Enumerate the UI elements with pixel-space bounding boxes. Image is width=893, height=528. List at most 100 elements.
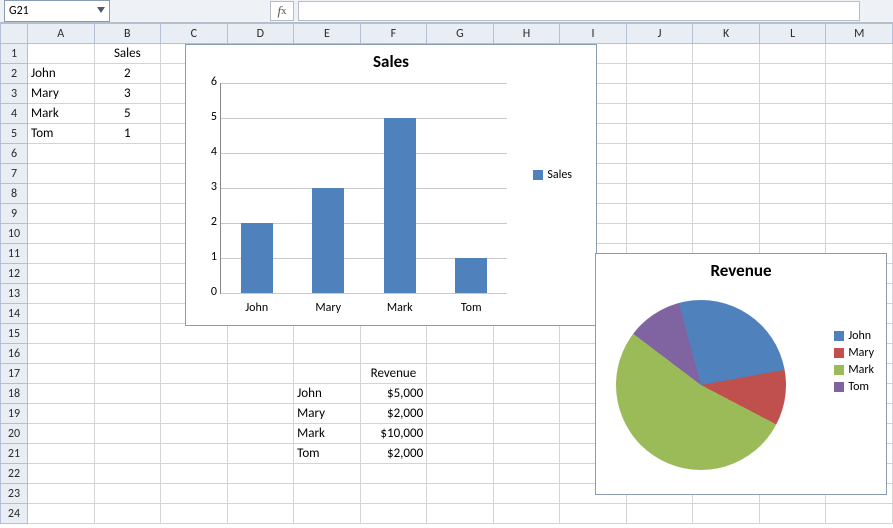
cell[interactable]	[427, 424, 494, 444]
cell[interactable]	[826, 124, 893, 144]
cell[interactable]: Mary	[294, 404, 361, 424]
cell[interactable]	[427, 324, 494, 344]
cell[interactable]: Mary	[28, 84, 95, 104]
cell[interactable]	[94, 164, 161, 184]
cell[interactable]	[759, 504, 826, 524]
cell[interactable]	[294, 484, 361, 504]
row-header[interactable]: 18	[1, 384, 28, 404]
cell[interactable]	[94, 364, 161, 384]
row-header[interactable]: 6	[1, 144, 28, 164]
cell[interactable]: John	[294, 384, 361, 404]
cell[interactable]	[693, 124, 760, 144]
cell[interactable]	[28, 44, 95, 64]
column-header[interactable]: H	[493, 24, 560, 44]
column-header[interactable]: I	[560, 24, 627, 44]
cell[interactable]	[161, 484, 228, 504]
cell[interactable]	[826, 84, 893, 104]
cell[interactable]	[427, 344, 494, 364]
cell[interactable]	[493, 424, 560, 444]
cell[interactable]	[759, 104, 826, 124]
row-header[interactable]: 16	[1, 344, 28, 364]
row-header[interactable]: 10	[1, 224, 28, 244]
cell[interactable]	[693, 84, 760, 104]
column-header[interactable]: A	[28, 24, 95, 44]
cell[interactable]	[693, 224, 760, 244]
cell[interactable]: Mark	[294, 424, 361, 444]
cell[interactable]	[759, 184, 826, 204]
cell[interactable]	[826, 64, 893, 84]
revenue-pie-chart[interactable]: Revenue JohnMaryMarkTom	[595, 253, 887, 495]
cell[interactable]	[693, 504, 760, 524]
cell[interactable]	[360, 324, 427, 344]
cell[interactable]	[826, 104, 893, 124]
cell[interactable]: Sales	[94, 44, 161, 64]
cell[interactable]: $5,000	[360, 384, 427, 404]
cell[interactable]	[360, 504, 427, 524]
cell[interactable]	[28, 404, 95, 424]
cell[interactable]	[826, 184, 893, 204]
cell[interactable]	[94, 484, 161, 504]
cell[interactable]	[28, 144, 95, 164]
cell[interactable]	[28, 444, 95, 464]
row-header[interactable]: 17	[1, 364, 28, 384]
cell[interactable]	[826, 44, 893, 64]
cell[interactable]	[94, 204, 161, 224]
cell[interactable]	[493, 444, 560, 464]
column-header[interactable]: G	[427, 24, 494, 44]
row-header[interactable]: 8	[1, 184, 28, 204]
column-header[interactable]: J	[626, 24, 693, 44]
cell[interactable]: $2,000	[360, 404, 427, 424]
cell[interactable]	[227, 344, 294, 364]
cell[interactable]	[28, 204, 95, 224]
cell[interactable]	[759, 204, 826, 224]
cell[interactable]	[626, 104, 693, 124]
cell[interactable]	[826, 224, 893, 244]
cell[interactable]	[28, 344, 95, 364]
column-header[interactable]: B	[94, 24, 161, 44]
cell[interactable]	[626, 44, 693, 64]
cell[interactable]	[427, 444, 494, 464]
cell[interactable]: Tom	[28, 124, 95, 144]
cell[interactable]	[427, 464, 494, 484]
cell[interactable]	[360, 464, 427, 484]
cell[interactable]	[759, 164, 826, 184]
cell[interactable]	[493, 384, 560, 404]
cell[interactable]	[94, 504, 161, 524]
row-header[interactable]: 2	[1, 64, 28, 84]
row-header[interactable]: 20	[1, 424, 28, 444]
row-header[interactable]: 4	[1, 104, 28, 124]
cell[interactable]	[227, 364, 294, 384]
cell[interactable]	[28, 324, 95, 344]
cell[interactable]	[28, 264, 95, 284]
cell[interactable]	[94, 404, 161, 424]
cell[interactable]	[626, 504, 693, 524]
cell[interactable]	[759, 64, 826, 84]
cell[interactable]	[94, 464, 161, 484]
cell[interactable]	[693, 64, 760, 84]
cell[interactable]	[227, 404, 294, 424]
cell[interactable]	[493, 324, 560, 344]
formula-bar[interactable]	[298, 1, 860, 21]
cell[interactable]	[427, 364, 494, 384]
row-header[interactable]: 3	[1, 84, 28, 104]
cell[interactable]: Mark	[28, 104, 95, 124]
row-header[interactable]: 11	[1, 244, 28, 264]
cell[interactable]	[294, 504, 361, 524]
cell[interactable]	[28, 384, 95, 404]
cell[interactable]	[427, 504, 494, 524]
cell[interactable]	[161, 444, 228, 464]
cell[interactable]	[693, 44, 760, 64]
cell[interactable]	[161, 344, 228, 364]
cell[interactable]	[626, 144, 693, 164]
cell[interactable]	[28, 504, 95, 524]
cell[interactable]	[493, 504, 560, 524]
row-header[interactable]: 21	[1, 444, 28, 464]
row-header[interactable]: 24	[1, 504, 28, 524]
cell[interactable]	[626, 84, 693, 104]
cell[interactable]	[826, 204, 893, 224]
cell[interactable]	[94, 264, 161, 284]
cell[interactable]	[94, 144, 161, 164]
cell[interactable]	[427, 484, 494, 504]
cell[interactable]: 3	[94, 84, 161, 104]
name-box[interactable]: G21	[4, 0, 110, 22]
